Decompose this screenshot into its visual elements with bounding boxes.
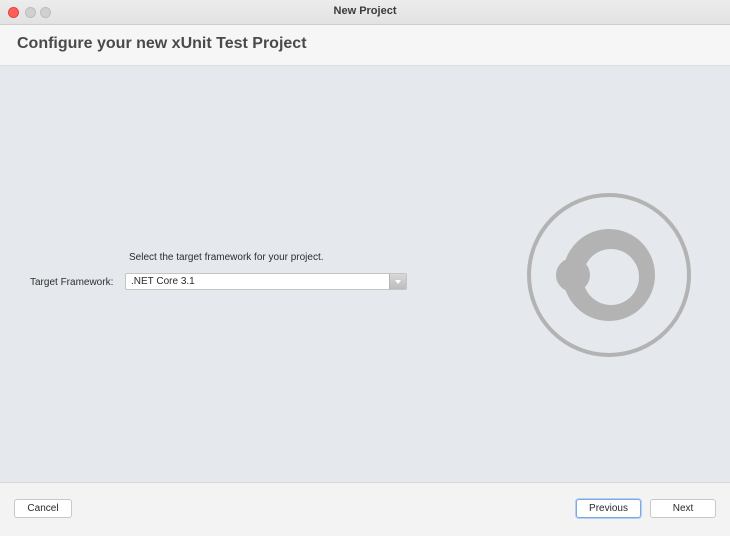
framework-instruction: Select the target framework for your pro… bbox=[129, 252, 324, 263]
target-framework-value: .NET Core 3.1 bbox=[131, 276, 195, 287]
cancel-button[interactable]: Cancel bbox=[14, 499, 72, 518]
content-area: Select the target framework for your pro… bbox=[0, 66, 730, 483]
chevron-down-icon[interactable] bbox=[389, 274, 406, 289]
page-title: Configure your new xUnit Test Project bbox=[17, 35, 307, 52]
footer-bar: Cancel Previous Next bbox=[0, 483, 730, 536]
page-header: Configure your new xUnit Test Project bbox=[0, 25, 730, 66]
target-framework-label: Target Framework: bbox=[30, 277, 114, 288]
logo-crescent-cutout bbox=[583, 249, 639, 305]
window-title: New Project bbox=[333, 5, 397, 17]
project-logo-icon bbox=[527, 193, 691, 357]
new-project-window: New Project Configure your new xUnit Tes… bbox=[0, 0, 730, 536]
title-bar: New Project bbox=[0, 0, 730, 25]
target-framework-select[interactable]: .NET Core 3.1 bbox=[125, 273, 407, 290]
previous-button[interactable]: Previous bbox=[576, 499, 641, 518]
next-button[interactable]: Next bbox=[650, 499, 716, 518]
logo-dot bbox=[556, 258, 590, 292]
